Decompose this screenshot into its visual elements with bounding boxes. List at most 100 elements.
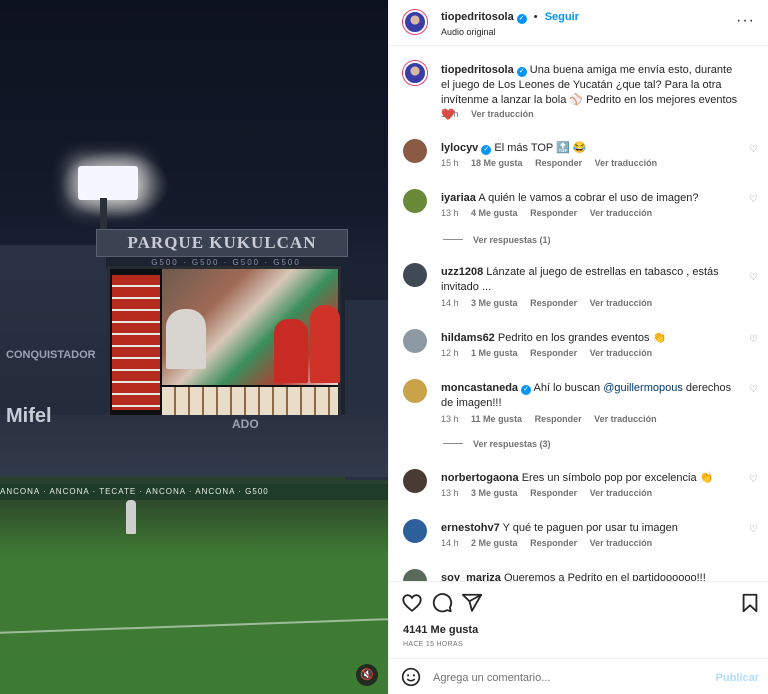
commenter-avatar[interactable] [403, 379, 427, 403]
paper-plane-icon[interactable] [461, 592, 483, 614]
comment-like-heart-icon[interactable]: ♡ [749, 335, 759, 345]
verified-badge-icon: ✓ [481, 145, 492, 155]
comment-text-block: hildams62 Pedrito en los grandes eventos… [441, 331, 741, 346]
comment-text-block: iyariaa A quién le vamos a cobrar el uso… [441, 191, 741, 206]
commenter-username[interactable]: iyariaa [441, 192, 476, 204]
comment-text: Lánzate al juego de estrellas en tabasco… [441, 266, 719, 293]
jumbotron-scoreboard [112, 275, 160, 410]
reply-button[interactable]: Responder [530, 208, 577, 218]
view-replies-button[interactable]: Ver respuestas (1) [443, 235, 551, 245]
author-avatar[interactable] [403, 10, 427, 34]
comment-text-block: soy_mariza Queremos a Pedrito en el part… [441, 571, 741, 581]
comment-like-heart-icon[interactable]: ♡ [749, 273, 759, 283]
comment-text-block: moncastaneda ✓ Ahí lo buscan @guillermopo… [441, 381, 741, 411]
follow-button[interactable]: Seguir [545, 11, 579, 23]
comment-likes[interactable]: 1 Me gusta [471, 348, 518, 358]
translate-link[interactable]: Ver traducción [594, 414, 657, 424]
comment-like-heart-icon[interactable]: ♡ [749, 145, 759, 155]
emoji-icon[interactable] [401, 667, 421, 687]
commenter-username[interactable]: uzz1208 [441, 266, 483, 278]
comment-bubble-icon[interactable] [431, 592, 453, 614]
commenter-avatar[interactable] [403, 263, 427, 287]
translate-link[interactable]: Ver traducción [590, 488, 653, 498]
comment-time: 13 h [441, 208, 459, 218]
speaker-muted-icon[interactable]: 🔇 [356, 664, 378, 686]
heart-icon[interactable] [401, 592, 423, 614]
comment-likes[interactable]: 18 Me gusta [471, 158, 523, 168]
commenter-username[interactable]: moncastaneda [441, 382, 518, 394]
commenter-username[interactable]: soy_mariza [441, 572, 501, 581]
comment-like-heart-icon[interactable]: ♡ [749, 475, 759, 485]
comment-like-heart-icon[interactable]: ♡ [749, 525, 759, 535]
commenter-username[interactable]: ernestohv7 [441, 522, 500, 534]
commenter-avatar[interactable] [403, 329, 427, 353]
view-replies-button[interactable]: Ver respuestas (3) [443, 439, 551, 449]
translate-link[interactable]: Ver traducción [590, 538, 653, 548]
caption-meta: 15 h Ver traducción [441, 109, 544, 119]
audio-label[interactable]: Audio original [441, 27, 496, 37]
comment-text-start: Ahí lo buscan [533, 382, 604, 394]
commenter-avatar[interactable] [403, 569, 427, 581]
comment-time: 13 h [441, 414, 459, 424]
comment-time: 15 h [441, 158, 459, 168]
more-options-icon[interactable]: ··· [736, 12, 755, 30]
commenter-username[interactable]: lylocyv [441, 142, 478, 154]
comment-like-heart-icon[interactable]: ♡ [749, 385, 759, 395]
view-replies-label: Ver respuestas (3) [473, 439, 551, 449]
comment-input[interactable] [433, 668, 703, 688]
commenter-username[interactable]: hildams62 [441, 332, 495, 344]
comment-text: Pedrito en los grandes eventos 👏 [497, 332, 667, 344]
reply-button[interactable]: Responder [530, 298, 577, 308]
reply-button[interactable]: Responder [535, 414, 582, 424]
comments-scroll-area[interactable]: tiopedritosola ✓ Una buena amiga me envía… [389, 47, 768, 581]
comment-time: 13 h [441, 488, 459, 498]
caption-username[interactable]: tiopedritosola [441, 64, 514, 76]
reply-button[interactable]: Responder [530, 348, 577, 358]
translate-link[interactable]: Ver traducción [590, 348, 653, 358]
comment-text: El más TOP 🔝 😂 [494, 142, 587, 154]
replies-line [443, 443, 463, 444]
comment-likes[interactable]: 3 Me gusta [471, 298, 518, 308]
outfielder [126, 500, 136, 534]
posted-time: HACE 15 HORAS [403, 641, 463, 648]
comment-meta: 13 h 4 Me gusta Responder Ver traducción [441, 208, 662, 218]
reply-button[interactable]: Responder [535, 158, 582, 168]
view-replies-label: Ver respuestas (1) [473, 235, 551, 245]
comment-time: 12 h [441, 348, 459, 358]
verified-badge-icon: ✓ [516, 67, 527, 77]
author-username[interactable]: tiopedritosola [441, 11, 514, 23]
comment-likes[interactable]: 4 Me gusta [471, 208, 518, 218]
likes-count[interactable]: 4141 Me gusta [403, 624, 478, 636]
translate-link[interactable]: Ver traducción [471, 109, 534, 119]
commenter-avatar[interactable] [403, 139, 427, 163]
translate-link[interactable]: Ver traducción [590, 208, 653, 218]
jumbotron [107, 266, 341, 420]
mention-link[interactable]: @guillermopous [603, 382, 683, 394]
bookmark-icon[interactable] [739, 592, 761, 614]
comment-likes[interactable]: 2 Me gusta [471, 538, 518, 548]
reply-button[interactable]: Responder [530, 488, 577, 498]
translate-link[interactable]: Ver traducción [595, 158, 658, 168]
comment-likes[interactable]: 11 Me gusta [471, 414, 522, 424]
translate-link[interactable]: Ver traducción [590, 298, 653, 308]
post-header: tiopedritosola ✓ • Seguir Audio original … [389, 0, 768, 46]
comment-composer: Publicar [389, 658, 768, 694]
author-avatar[interactable] [403, 61, 427, 85]
commenter-avatar[interactable] [403, 469, 427, 493]
commenter-avatar[interactable] [403, 189, 427, 213]
commenter-avatar[interactable] [403, 519, 427, 543]
post-media-video[interactable]: PARQUE KUKULCAN ALAMO G500 · G500 · G500… [0, 0, 388, 694]
comment-like-heart-icon[interactable]: ♡ [749, 195, 759, 205]
post-actions: 4141 Me gusta HACE 15 HORAS Publicar [389, 581, 768, 694]
stadium-sign: PARQUE KUKULCAN ALAMO [96, 229, 348, 278]
comment-text-block: ernestohv7 Y qué te paguen por usar tu i… [441, 521, 741, 536]
commenter-username[interactable]: norbertogaona [441, 472, 519, 484]
caption-time: 15 h [441, 109, 459, 119]
comment-likes[interactable]: 3 Me gusta [471, 488, 518, 498]
wall-ad-conquistador: CONQUISTADOR [6, 349, 96, 361]
comment-text-block: norbertogaona Eres un símbolo pop por ex… [441, 471, 741, 486]
publish-button[interactable]: Publicar [716, 672, 759, 684]
comment-text: A quién le vamos a cobrar el uso de imag… [478, 192, 699, 204]
comment-text-block: uzz1208 Lánzate al juego de estrellas en… [441, 265, 741, 295]
reply-button[interactable]: Responder [530, 538, 577, 548]
